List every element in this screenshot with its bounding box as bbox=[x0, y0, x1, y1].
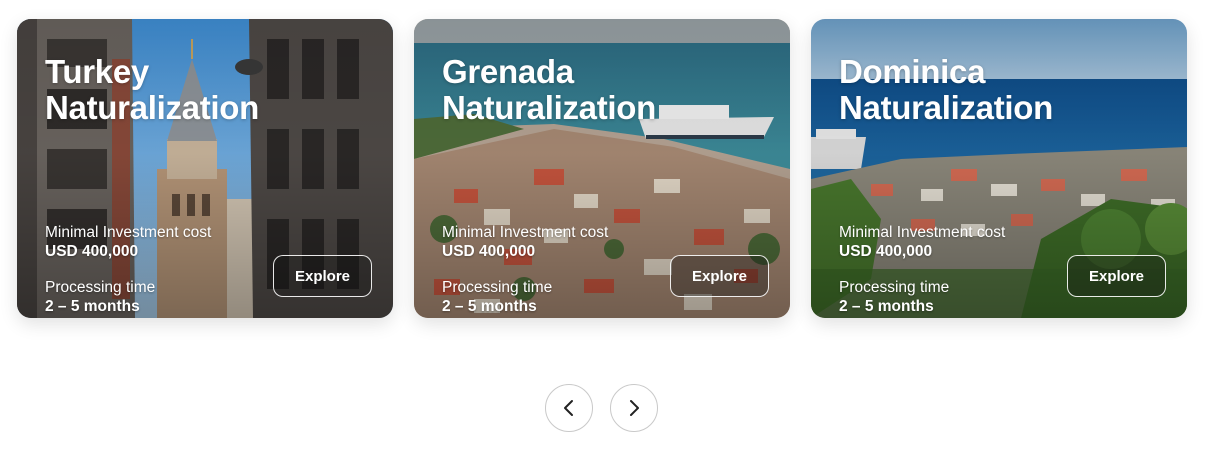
program-card-turkey[interactable]: Turkey Naturalization Minimal Investment… bbox=[17, 19, 393, 318]
card-title-line: Grenada bbox=[442, 53, 574, 90]
processing-time-value: 2 – 5 months bbox=[839, 298, 934, 315]
investment-cost-label: Minimal Investment cost bbox=[839, 224, 1006, 241]
investment-cost-value: USD 400,000 bbox=[839, 243, 933, 260]
card-title-line: Dominica bbox=[839, 53, 986, 90]
carousel-next-button[interactable] bbox=[610, 384, 658, 432]
card-title-line: Turkey bbox=[45, 53, 149, 90]
processing-time-label: Processing time bbox=[45, 279, 156, 296]
destinations-carousel: Turkey Naturalization Minimal Investment… bbox=[0, 0, 1219, 461]
investment-cost-label: Minimal Investment cost bbox=[442, 224, 609, 241]
investment-cost-value: USD 400,000 bbox=[442, 243, 536, 260]
investment-cost: Minimal Investment cost USD 400,000 bbox=[45, 223, 211, 261]
processing-time-label: Processing time bbox=[442, 279, 553, 296]
investment-cost: Minimal Investment cost USD 400,000 bbox=[839, 223, 1005, 261]
investment-cost: Minimal Investment cost USD 400,000 bbox=[442, 223, 608, 261]
card-title: Dominica Naturalization bbox=[839, 54, 1053, 126]
processing-time-value: 2 – 5 months bbox=[442, 298, 537, 315]
program-card-grenada[interactable]: Grenada Naturalization Minimal Investmen… bbox=[414, 19, 790, 318]
processing-time-value: 2 – 5 months bbox=[45, 298, 140, 315]
card-title-line: Naturalization bbox=[839, 89, 1053, 126]
carousel-prev-button[interactable] bbox=[545, 384, 593, 432]
chevron-left-icon bbox=[564, 400, 573, 416]
processing-time-label: Processing time bbox=[839, 279, 950, 296]
card-title-line: Naturalization bbox=[442, 89, 656, 126]
card-title: Grenada Naturalization bbox=[442, 54, 656, 126]
investment-cost-label: Minimal Investment cost bbox=[45, 224, 212, 241]
explore-button[interactable]: Explore bbox=[273, 255, 372, 297]
card-title-line: Naturalization bbox=[45, 89, 259, 126]
processing-time: Processing time 2 – 5 months bbox=[839, 278, 949, 316]
explore-button[interactable]: Explore bbox=[1067, 255, 1166, 297]
program-card-dominica[interactable]: Dominica Naturalization Minimal Investme… bbox=[811, 19, 1187, 318]
card-title: Turkey Naturalization bbox=[45, 54, 259, 126]
processing-time: Processing time 2 – 5 months bbox=[442, 278, 552, 316]
investment-cost-value: USD 400,000 bbox=[45, 243, 139, 260]
chevron-right-icon bbox=[630, 400, 639, 416]
processing-time: Processing time 2 – 5 months bbox=[45, 278, 155, 316]
explore-button[interactable]: Explore bbox=[670, 255, 769, 297]
